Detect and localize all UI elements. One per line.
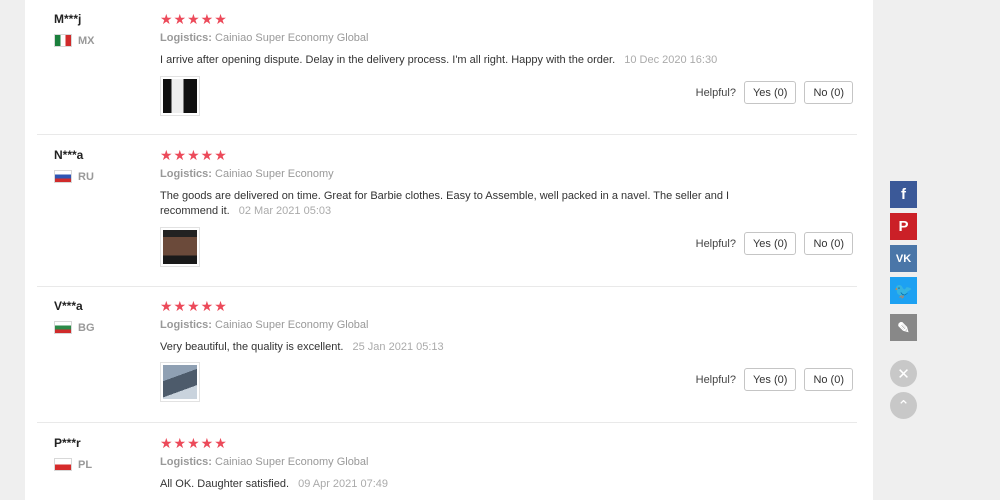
reviewer-info: P***r PL [54,436,154,471]
pinterest-icon[interactable]: P [890,213,917,240]
photo-thumbnail [163,79,197,113]
reviewer-info: M***j MX [54,12,154,47]
review-text: Very beautiful, the quality is excellent… [160,340,770,355]
star-rating: ★★★★★ [160,435,228,451]
reviewer-name: M***j [54,12,82,26]
review-body: ★★★★★ Logistics: Cainiao Super Economy G… [160,12,850,68]
country-code: BG [78,321,95,334]
review-body: ★★★★★ Logistics: Cainiao Super Economy G… [160,436,850,492]
photo-thumbnail [163,365,197,399]
no-button[interactable]: No (0) [804,368,853,391]
logistics-info: Logistics: Cainiao Super Economy [160,168,850,181]
logistics-label: Logistics: [160,32,212,44]
helpful-label: Helpful? [695,86,736,99]
reviewer-country: PL [54,458,154,471]
yes-button[interactable]: Yes (0) [743,368,797,391]
no-button[interactable]: No (0) [804,81,853,104]
photo-thumbnail [163,230,197,264]
review-date: 10 Dec 2020 16:30 [624,54,718,66]
flag-icon [54,321,72,334]
flag-icon [54,458,72,471]
review-content: All OK. Daughter satisfied. [160,478,290,490]
close-icon[interactable]: ✕ [890,360,917,387]
yes-button[interactable]: Yes (0) [743,81,797,104]
review-content: Very beautiful, the quality is excellent… [160,341,344,353]
facebook-icon[interactable]: f [890,181,917,208]
star-rating: ★★★★★ [160,11,228,27]
reviewer-country: MX [54,34,154,47]
review-content: I arrive after opening dispute. Delay in… [160,54,616,66]
helpful-label: Helpful? [695,237,736,250]
logistics-info: Logistics: Cainiao Super Economy Global [160,32,850,45]
reviewer-name: V***a [54,299,83,313]
review-photo[interactable] [160,227,200,267]
star-rating: ★★★★★ [160,147,228,163]
twitter-icon[interactable]: 🐦 [890,277,917,304]
review-item: N***a RU ★★★★★ Logistics: Cainiao Super … [37,135,857,287]
logistics-label: Logistics: [160,456,212,468]
social-share-bar: f P VK 🐦 ✎ ✕ ⌃ [890,181,918,424]
logistics-label: Logistics: [160,168,212,180]
helpful-controls: Helpful? Yes (0) No (0) [696,81,853,104]
review-photo[interactable] [160,362,200,402]
star-rating: ★★★★★ [160,298,228,314]
yes-button[interactable]: Yes (0) [743,232,797,255]
review-item: P***r PL ★★★★★ Logistics: Cainiao Super … [37,423,857,500]
edit-icon[interactable]: ✎ [890,314,917,341]
review-photo[interactable] [160,76,200,116]
logistics-value: Cainiao Super Economy [215,168,334,180]
logistics-value: Cainiao Super Economy Global [215,32,369,44]
no-button[interactable]: No (0) [804,232,853,255]
logistics-value: Cainiao Super Economy Global [215,319,369,331]
helpful-controls: Helpful? Yes (0) No (0) [696,368,853,391]
review-list: M***j MX ★★★★★ Logistics: Cainiao Super … [37,0,857,500]
review-date: 25 Jan 2021 05:13 [352,341,444,353]
logistics-info: Logistics: Cainiao Super Economy Global [160,319,850,332]
reviewer-name: N***a [54,148,84,162]
review-item: M***j MX ★★★★★ Logistics: Cainiao Super … [37,0,857,135]
flag-icon [54,170,72,183]
country-code: MX [78,34,95,47]
review-body: ★★★★★ Logistics: Cainiao Super Economy G… [160,299,850,355]
review-date: 02 Mar 2021 05:03 [238,205,332,217]
review-body: ★★★★★ Logistics: Cainiao Super Economy T… [160,148,850,219]
flag-icon [54,34,72,47]
scroll-top-icon[interactable]: ⌃ [890,392,917,419]
helpful-controls: Helpful? Yes (0) No (0) [696,232,853,255]
review-text: The goods are delivered on time. Great f… [160,189,770,219]
logistics-value: Cainiao Super Economy Global [215,456,369,468]
review-date: 09 Apr 2021 07:49 [298,478,388,490]
review-item: V***a BG ★★★★★ Logistics: Cainiao Super … [37,287,857,423]
reviews-panel: M***j MX ★★★★★ Logistics: Cainiao Super … [25,0,873,500]
vk-icon[interactable]: VK [890,245,917,272]
reviewer-name: P***r [54,436,81,450]
country-code: PL [78,458,93,471]
reviewer-country: BG [54,321,154,334]
reviewer-info: V***a BG [54,299,154,334]
country-code: RU [78,170,94,183]
logistics-info: Logistics: Cainiao Super Economy Global [160,456,850,469]
review-text: All OK. Daughter satisfied. 09 Apr 2021 … [160,477,770,492]
helpful-label: Helpful? [695,373,736,386]
reviewer-country: RU [54,170,154,183]
logistics-label: Logistics: [160,319,212,331]
reviewer-info: N***a RU [54,148,154,183]
review-text: I arrive after opening dispute. Delay in… [160,53,770,68]
